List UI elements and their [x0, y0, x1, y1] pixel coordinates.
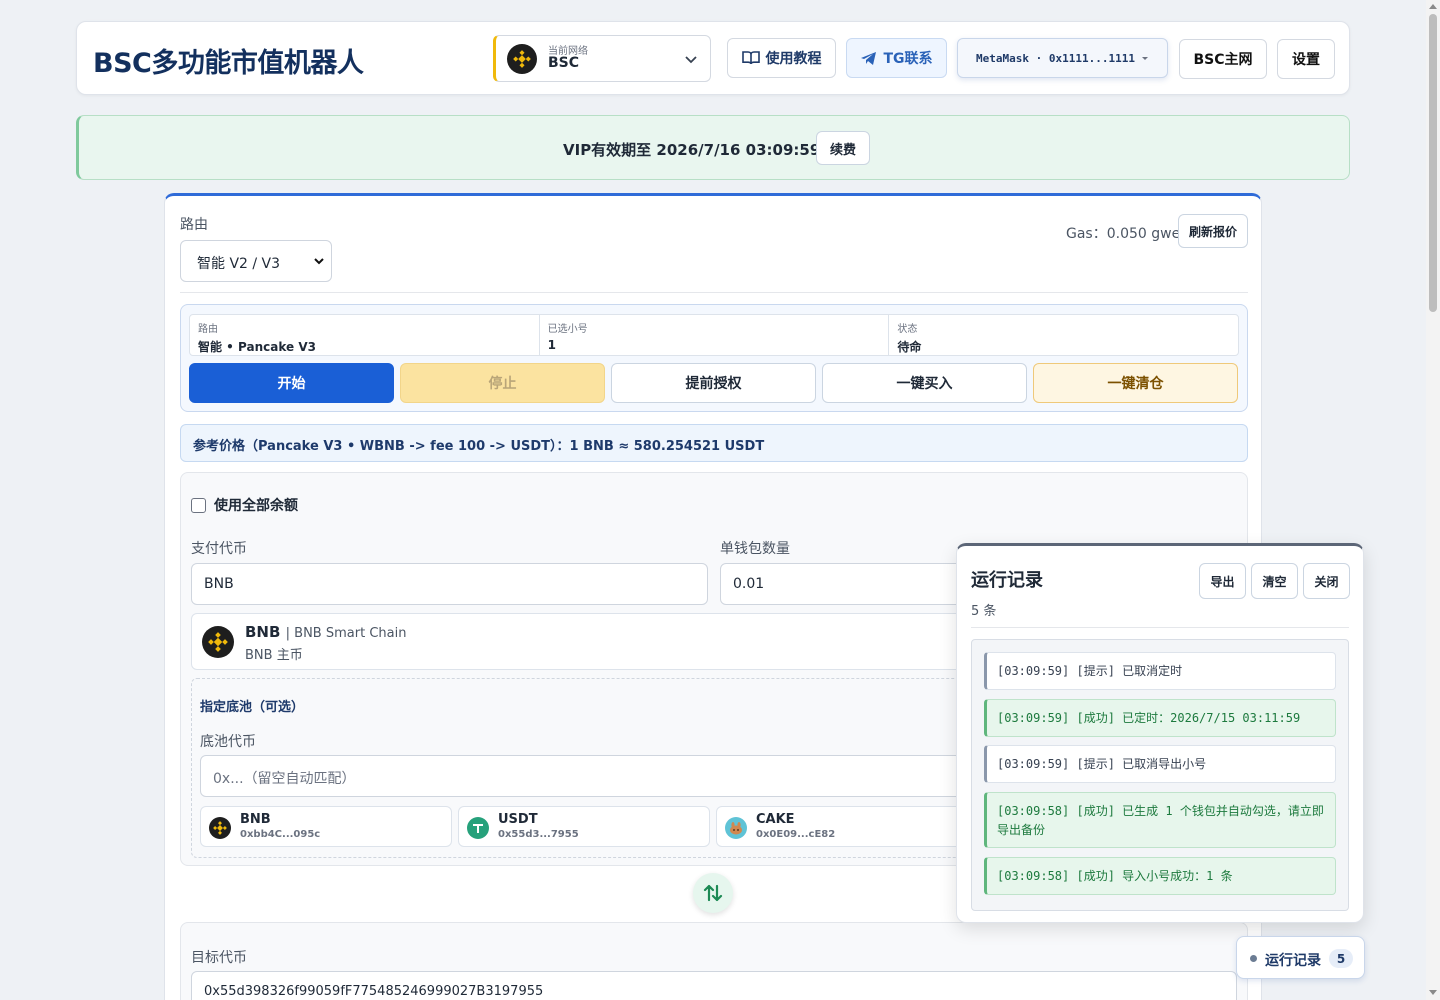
refresh-quote-button[interactable]: 刷新报价 — [1178, 214, 1248, 248]
telegram-label: TG联系 — [883, 51, 933, 67]
reference-price: 参考价格（Pancake V3 • WBNB -> fee 100 -> USD… — [180, 424, 1248, 462]
status-route-value: 智能 • Pancake V3 — [198, 340, 316, 354]
status-wallets-caption: 已选小号 — [547, 324, 588, 335]
stop-button[interactable]: 停止 — [400, 363, 605, 403]
pool-chip-address: 0x55d3...7955 — [498, 829, 579, 840]
vip-expiry-text: VIP有效期至 2026/7/16 03:09:59 — [563, 141, 821, 159]
book-icon — [741, 51, 760, 65]
use-all-balance-label: 使用全部余额 — [214, 498, 298, 514]
network-select[interactable]: 当前网络 BSC — [493, 35, 711, 82]
token-symbol: BNB — [245, 623, 281, 641]
settings-button[interactable]: 设置 — [1277, 39, 1335, 79]
caret-down-icon — [1141, 57, 1148, 60]
divider — [971, 627, 1349, 628]
pool-chip-address: 0xbb4C...095c — [240, 829, 321, 840]
log-list: [03:09:59] [提示] 已取消定时 [03:09:59] [成功] 已定… — [971, 639, 1349, 911]
target-token-input[interactable]: 0x55d398326f99059fF775485246999027B31979… — [191, 971, 1237, 1000]
control-panel: 路由 智能 • Pancake V3 已选小号 1 状态 待命 开始 停止 提前… — [180, 304, 1248, 412]
usdt-coin-icon — [467, 817, 489, 839]
route-select-value: 智能 V2 / V3 — [197, 256, 281, 272]
pool-chip-bnb[interactable]: BNB 0xbb4C...095c — [200, 806, 452, 847]
app-title: BSC多功能市值机器人 — [93, 48, 364, 79]
tutorial-label: 使用教程 — [765, 51, 822, 67]
status-state: 状态 待命 — [889, 315, 1238, 355]
pay-token-input[interactable]: BNB — [191, 563, 708, 605]
app-header: BSC多功能市值机器人 当前网络 BSC 使用教程 TG联系 MetaMask … — [76, 21, 1350, 95]
pool-chip-name: BNB — [240, 812, 271, 827]
token-name: BNB | BNB Smart Chain — [245, 623, 406, 641]
token-chain: | BNB Smart Chain — [285, 626, 407, 641]
status-state-value: 待命 — [897, 340, 922, 354]
cake-coin-icon — [725, 817, 747, 839]
status-route: 路由 智能 • Pancake V3 — [190, 315, 540, 355]
log-count: 5 条 — [971, 604, 997, 619]
chevron-down-icon — [685, 56, 697, 64]
status-state-caption: 状态 — [897, 324, 918, 335]
log-entry: [03:09:59] [提示] 已取消定时 — [984, 652, 1336, 690]
one-click-sell-all-button[interactable]: 一键清仓 — [1033, 363, 1238, 403]
status-route-caption: 路由 — [198, 324, 218, 335]
scroll-down-icon[interactable] — [1429, 990, 1437, 995]
run-log-toggle-label: 运行记录 — [1265, 953, 1321, 969]
log-entry: [03:09:59] [提示] 已取消导出小号 — [984, 745, 1336, 783]
bsc-mainnet-button[interactable]: BSC主网 — [1179, 39, 1267, 79]
use-all-balance-checkbox[interactable] — [191, 497, 206, 513]
swap-arrows-icon — [703, 884, 723, 902]
target-token-label: 目标代币 — [191, 950, 247, 966]
telegram-icon — [861, 51, 877, 65]
bnb-coin-icon — [507, 44, 537, 74]
log-export-button[interactable]: 导出 — [1199, 563, 1246, 599]
status-dot-icon — [1250, 955, 1257, 962]
network-value: BSC — [548, 55, 580, 71]
one-click-buy-button[interactable]: 一键买入 — [822, 363, 1027, 403]
log-close-button[interactable]: 关闭 — [1303, 563, 1350, 599]
pool-token-label: 底池代币 — [200, 734, 256, 750]
pool-section: 指定底池（可选） 底池代币 0x...（留空自动匹配） BNB 0xbb4C..… — [191, 678, 990, 858]
gas-price-text: Gas：0.050 gwei — [1066, 226, 1185, 242]
target-token-section: 目标代币 0x55d398326f99059fF775485246999027B… — [180, 922, 1248, 1000]
wallet-button[interactable]: MetaMask · 0x1111...1111 — [957, 38, 1168, 78]
pool-title: 指定底池（可选） — [200, 700, 305, 715]
vip-banner: VIP有效期至 2026/7/16 03:09:59 续费 — [76, 115, 1350, 180]
log-clear-button[interactable]: 清空 — [1251, 563, 1298, 599]
pool-chip-usdt[interactable]: USDT 0x55d3...7955 — [458, 806, 710, 847]
status-wallets: 已选小号 1 — [540, 315, 890, 355]
run-log-panel: 运行记录 5 条 导出 清空 关闭 [03:09:59] [提示] 已取消定时 … — [956, 543, 1364, 923]
route-select[interactable]: 智能 V2 / V3 — [180, 240, 332, 282]
pool-chip-name: CAKE — [756, 812, 795, 827]
bnb-coin-icon — [202, 626, 234, 658]
pool-token-input[interactable]: 0x...（留空自动匹配） — [200, 755, 990, 797]
pre-approve-button[interactable]: 提前授权 — [611, 363, 816, 403]
start-button[interactable]: 开始 — [189, 363, 394, 403]
log-entry: [03:09:59] [成功] 已定时：2026/7/15 03:11:59 — [984, 699, 1336, 737]
log-entry: [03:09:58] [成功] 已生成 1 个钱包并自动勾选，请立即导出备份 — [984, 792, 1336, 848]
run-log-toggle-button[interactable]: 运行记录 5 — [1236, 936, 1365, 979]
scrollbar-thumb[interactable] — [1429, 14, 1437, 312]
scroll-up-icon[interactable] — [1429, 4, 1437, 9]
bnb-coin-icon — [209, 817, 231, 839]
log-entry: [03:09:58] [成功] 导入小号成功：1 条 — [984, 857, 1336, 895]
chevron-down-icon — [314, 258, 324, 265]
status-wallets-value: 1 — [547, 338, 557, 352]
pool-chip-name: USDT — [498, 812, 538, 827]
pay-token-label: 支付代币 — [191, 541, 247, 557]
swap-direction-button[interactable] — [693, 873, 733, 913]
divider — [180, 292, 1248, 293]
token-subtitle: BNB 主币 — [245, 648, 303, 663]
amount-per-wallet-label: 单钱包数量 — [720, 541, 790, 557]
log-title: 运行记录 — [971, 570, 1043, 591]
route-label: 路由 — [180, 217, 208, 233]
tutorial-button[interactable]: 使用教程 — [727, 38, 836, 78]
run-log-count-badge: 5 — [1329, 949, 1353, 968]
renew-button[interactable]: 续费 — [816, 131, 870, 165]
pay-token-card: BNB | BNB Smart Chain BNB 主币 — [191, 613, 981, 670]
status-row: 路由 智能 • Pancake V3 已选小号 1 状态 待命 — [189, 314, 1239, 356]
pool-chip-address: 0x0E09...cE82 — [756, 829, 836, 840]
page-scrollbar[interactable] — [1426, 0, 1440, 1000]
telegram-contact-button[interactable]: TG联系 — [846, 38, 947, 78]
pool-chip-cake[interactable]: CAKE 0x0E09...cE82 — [716, 806, 968, 847]
wallet-label: MetaMask · 0x1111...1111 — [976, 51, 1135, 65]
use-all-balance-row[interactable]: 使用全部余额 — [191, 495, 298, 515]
